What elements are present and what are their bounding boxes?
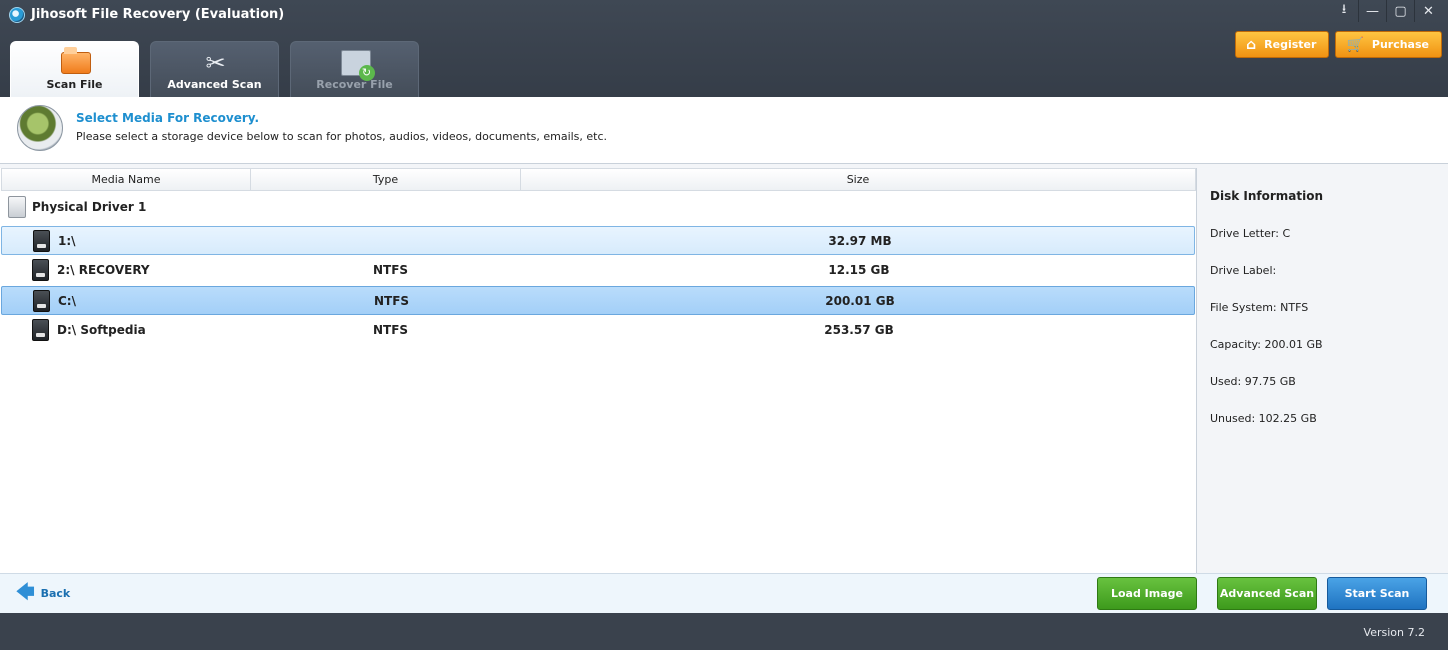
drive-size: 253.57 GB [824, 323, 894, 337]
start-scan-button[interactable]: Start Scan [1327, 577, 1427, 610]
maximize-button[interactable]: ▢ [1386, 0, 1414, 22]
register-button[interactable]: ⌂ Register [1235, 31, 1330, 58]
folder-scan-icon [59, 47, 92, 78]
drive-icon [33, 230, 50, 252]
tab-label: Advanced Scan [167, 78, 262, 91]
column-size[interactable]: Size [521, 169, 1195, 190]
main-tabs: Scan File ✂ Advanced Scan Recover File [10, 41, 419, 97]
status-bar: Version 7.2 [0, 613, 1448, 650]
drive-name: D:\ Softpedia [57, 323, 146, 337]
table-row[interactable]: 2:\ RECOVERY NTFS 12.15 GB [1, 256, 1195, 285]
drive-name: 1:\ [58, 234, 76, 248]
back-label: Back [40, 586, 71, 600]
drive-letter: Drive Letter: C [1210, 227, 1291, 240]
hard-disk-icon [8, 196, 26, 218]
license-actions: ⌂ Register 🛒 Purchase [1235, 31, 1442, 58]
advanced-scan-button[interactable]: Advanced Scan [1217, 577, 1317, 610]
window-controls: ⭳ — ▢ ✕ [1330, 0, 1442, 22]
column-media-name[interactable]: Media Name [2, 169, 251, 190]
drive-icon [32, 259, 49, 281]
used-space: Used: 97.75 GB [1210, 375, 1296, 388]
title-bar: Jihosoft File Recovery (Evaluation) ⭳ — … [0, 0, 1448, 97]
tab-advanced-scan[interactable]: ✂ Advanced Scan [150, 41, 279, 97]
banner-subtitle: Please select a storage device below to … [76, 130, 608, 143]
table-row[interactable]: C:\ NTFS 200.01 GB [1, 286, 1195, 315]
table-row[interactable]: 1:\ 32.97 MB [1, 226, 1195, 255]
version-label: Version 7.2 [1363, 626, 1425, 639]
purchase-button[interactable]: 🛒 Purchase [1335, 31, 1442, 58]
disk-information-panel: Disk Information Drive Letter: C Drive L… [1198, 168, 1448, 573]
download-icon[interactable]: ⭳ [1330, 0, 1358, 22]
physical-drive-group[interactable]: Physical Driver 1 [8, 196, 146, 218]
drive-type: NTFS [374, 294, 410, 308]
tab-label: Recover File [316, 78, 393, 91]
drive-icon [32, 319, 49, 341]
drive-name: 2:\ RECOVERY [57, 263, 150, 277]
tab-recover-file[interactable]: Recover File [290, 41, 419, 97]
group-label: Physical Driver 1 [32, 200, 147, 214]
back-button[interactable]: 🡄 Back [16, 584, 70, 602]
media-list: Media Name Type Size Physical Driver 1 1… [0, 168, 1197, 573]
column-type[interactable]: Type [251, 169, 521, 190]
drive-name: C:\ [58, 294, 76, 308]
tab-scan-file[interactable]: Scan File [10, 41, 139, 97]
cart-icon: 🛒 [1346, 36, 1364, 53]
instruction-banner: Select Media For Recovery. Please select… [0, 97, 1448, 164]
minimize-button[interactable]: — [1358, 0, 1386, 22]
drive-size: 32.97 MB [828, 234, 892, 248]
tools-icon: ✂ [205, 49, 226, 77]
drive-icon [33, 290, 50, 312]
app-logo-icon [9, 7, 25, 23]
tab-label: Scan File [46, 78, 103, 91]
close-button[interactable]: ✕ [1414, 0, 1442, 22]
main-area: Media Name Type Size Physical Driver 1 1… [0, 164, 1448, 573]
drive-type: NTFS [373, 263, 409, 277]
recover-icon [339, 48, 375, 81]
banner-title: Select Media For Recovery. [76, 111, 260, 125]
drive-label: Drive Label: [1210, 264, 1277, 277]
window-title: Jihosoft File Recovery (Evaluation) [31, 7, 285, 22]
drive-size: 200.01 GB [825, 294, 895, 308]
drive-size: 12.15 GB [828, 263, 890, 277]
media-icon [17, 105, 63, 151]
basket-icon: ⌂ [1246, 36, 1257, 53]
table-header: Media Name Type Size [1, 168, 1196, 191]
back-arrow-icon: 🡄 [16, 582, 35, 603]
capacity: Capacity: 200.01 GB [1210, 338, 1323, 351]
file-system: File System: NTFS [1210, 301, 1309, 314]
disk-info-title: Disk Information [1210, 189, 1324, 203]
table-row[interactable]: D:\ Softpedia NTFS 253.57 GB [1, 316, 1195, 345]
register-label: Register [1264, 38, 1317, 51]
load-image-button[interactable]: Load Image [1097, 577, 1197, 610]
action-bar: 🡄 Back Load Image Advanced Scan Start Sc… [0, 573, 1448, 613]
unused-space: Unused: 102.25 GB [1210, 412, 1317, 425]
purchase-label: Purchase [1371, 38, 1429, 51]
drive-type: NTFS [373, 323, 409, 337]
